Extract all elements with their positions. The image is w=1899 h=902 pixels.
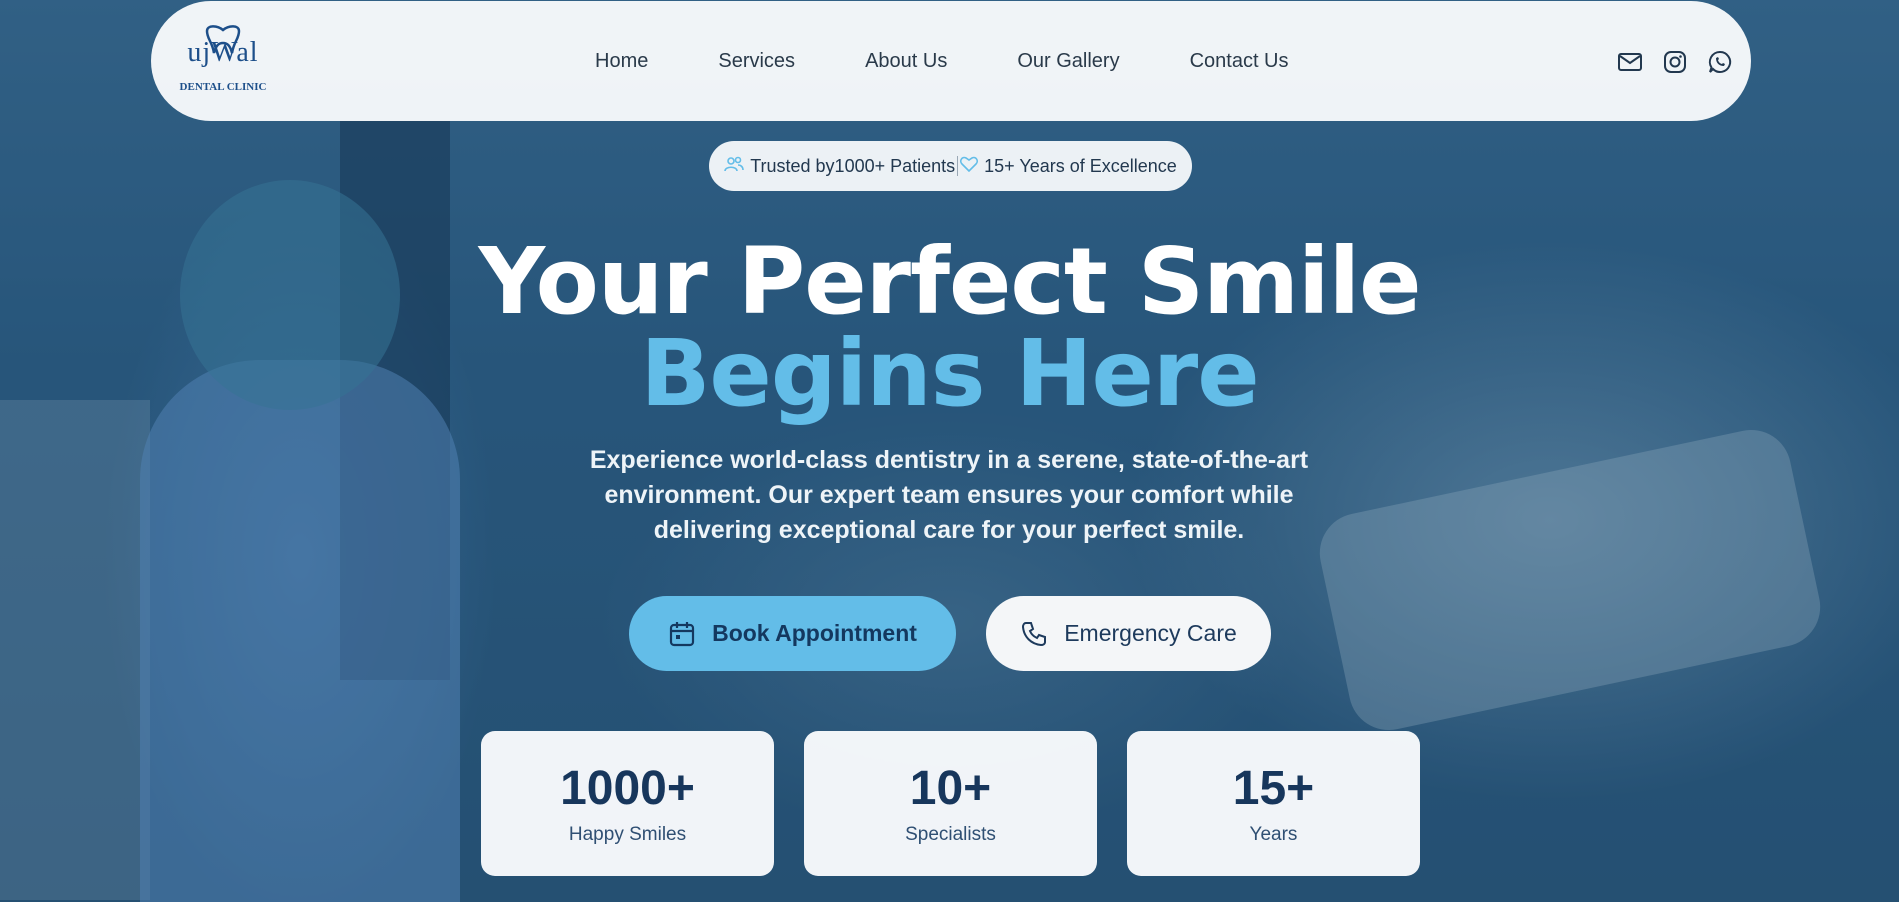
stat-value: 15+ [1232,762,1315,815]
nav-about-us[interactable]: About Us [865,50,947,73]
users-icon [724,156,744,177]
mail-icon[interactable] [1617,49,1643,75]
whatsapp-icon[interactable] [1707,49,1733,75]
book-appointment-label: Book Appointment [712,620,917,646]
stat-card-happy-smiles: 1000+ Happy Smiles [481,731,774,876]
stat-label: Happy Smiles [568,824,687,845]
clinic-logo[interactable]: ujWal DENTAL CLINIC [175,23,271,95]
stat-card-years: 15+ Years [1127,731,1420,876]
calendar-icon [669,621,695,646]
trust-patients-text: Trusted by1000+ Patients [750,155,956,176]
trust-badge: Trusted by1000+ Patients 15+ Years of Ex… [709,141,1192,191]
logo-text: ujWal [187,37,259,68]
book-appointment-button[interactable]: Book Appointment [629,596,956,671]
emergency-care-label: Emergency Care [1064,620,1237,646]
hero-title-line2: Begins Here [640,320,1259,427]
logo-subtitle: DENTAL CLINIC [179,81,267,93]
nav-home[interactable]: Home [595,50,648,73]
nav-contact-us[interactable]: Contact Us [1190,50,1289,73]
stat-label: Specialists [905,824,996,845]
instagram-icon[interactable] [1662,49,1688,75]
nav-our-gallery[interactable]: Our Gallery [1017,50,1119,73]
stat-label: Years [1249,824,1298,845]
emergency-care-button[interactable]: Emergency Care [986,596,1271,671]
social-links [1598,49,1733,75]
stat-value: 10+ [909,762,992,815]
site-header: ujWal DENTAL CLINIC Home Services About … [151,1,1751,121]
main-nav: Home Services About Us Our Gallery Conta… [595,1,1359,121]
phone-icon [1022,621,1047,646]
heart-icon [960,156,979,177]
nav-services[interactable]: Services [718,50,795,73]
trust-divider [957,156,959,176]
stat-card-specialists: 10+ Specialists [804,731,1097,876]
hero-title-line1: Your Perfect Smile [478,228,1421,335]
hero-description: Experience world-class dentistry in a se… [589,446,1309,544]
stat-value: 1000+ [560,762,695,815]
trust-years-text: 15+ Years of Excellence [984,155,1177,176]
